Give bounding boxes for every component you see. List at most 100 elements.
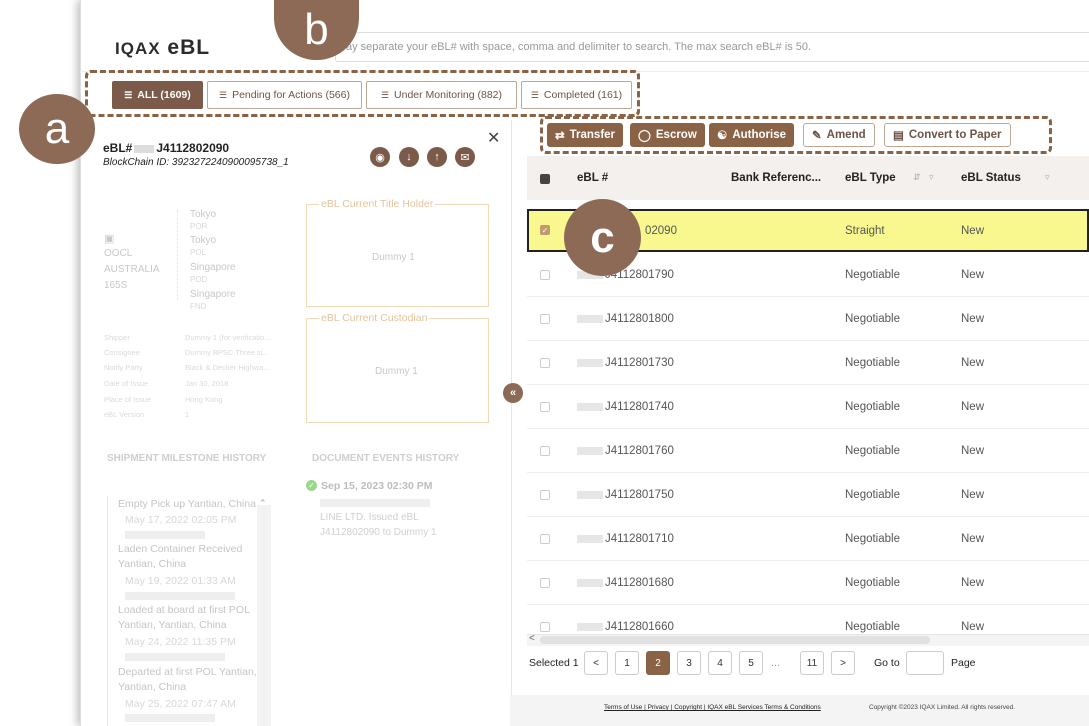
collapse-panel-icon[interactable]: « (503, 383, 523, 403)
info-value: Jan 30, 2018 (185, 379, 229, 388)
cell-status: New (961, 269, 985, 281)
info-value: Hong Kong (185, 395, 223, 404)
blurred-text (125, 714, 215, 722)
cell-type: Negotiable (845, 489, 900, 501)
info-key: Consignee (104, 348, 140, 357)
cell-type: Negotiable (845, 621, 900, 633)
milestone-title: Loaded at board at first POL Yantian, Ya… (118, 604, 250, 631)
cell-status: New (961, 357, 985, 369)
row-checkbox[interactable] (540, 270, 550, 280)
route-line (177, 210, 178, 300)
info-key: eBL Version (104, 410, 145, 419)
column-header-ebl-status[interactable]: eBL Status (961, 172, 1021, 184)
filter-icon[interactable]: ▿ (1045, 172, 1050, 183)
route-city: Tokyo (190, 209, 217, 220)
milestone-title: Departed at first POL Yantian, Yantian, … (118, 666, 257, 693)
route-city: Tokyo (190, 235, 217, 246)
cell-status: New (961, 225, 985, 237)
cell-ebl: J4112801750 (605, 489, 674, 501)
cell-ebl: J4112801680 (605, 577, 674, 589)
cell-type: Negotiable (845, 401, 900, 413)
row-checkbox[interactable] (540, 446, 550, 456)
row-checkbox[interactable] (540, 622, 550, 632)
page-button[interactable]: 11 (800, 651, 824, 675)
milestone-date: May 24, 2022 11:35 PM (125, 636, 236, 648)
row-checkbox[interactable] (540, 402, 550, 412)
blurred-text (125, 531, 205, 539)
scroll-left-icon[interactable]: < (529, 633, 535, 644)
view-icon[interactable]: ◉ (370, 147, 390, 167)
cell-ebl: J4112801660 (605, 621, 674, 633)
select-all-checkbox[interactable] (540, 174, 550, 184)
page-label: Page (951, 657, 976, 669)
title-holder-label: eBL Current Title Holder (319, 198, 436, 210)
cell-status: New (961, 445, 985, 457)
prev-page-button[interactable]: < (584, 651, 608, 675)
app-logo: IQAX eBL (115, 36, 210, 60)
logo-text: eBL (167, 36, 211, 59)
ship-icon: ▣ (104, 233, 115, 245)
row-checkbox[interactable] (540, 358, 550, 368)
custodian-value: Dummy 1 (375, 366, 418, 377)
goto-page-input[interactable] (906, 651, 944, 675)
blurred-text (577, 447, 603, 455)
page-ellipsis: ... (771, 657, 781, 669)
blurred-text (577, 579, 603, 587)
cell-status: New (961, 489, 985, 501)
cell-status: New (961, 401, 985, 413)
info-key: Date of Issue (104, 379, 149, 388)
cell-ebl: J4112801760 (605, 445, 674, 457)
footer-links[interactable]: Terms of Use | Privacy | Copyright | IQA… (604, 704, 821, 711)
page-button[interactable]: 5 (739, 651, 763, 675)
cell-status: New (961, 577, 985, 589)
logo-icon: IQAX (115, 39, 161, 58)
next-page-button[interactable]: > (831, 651, 855, 675)
cell-type: Negotiable (845, 269, 900, 281)
cell-type: Negotiable (845, 577, 900, 589)
chevron-up-icon[interactable]: ⌃ (259, 498, 267, 509)
page-button[interactable]: 3 (677, 651, 701, 675)
page-button[interactable]: 4 (708, 651, 732, 675)
info-value: Dummy 1 (for verificatio... (185, 333, 271, 342)
search-input[interactable]: ay separate your eBL# with space, comma … (335, 32, 1089, 62)
info-key: Shipper (104, 333, 130, 342)
check-icon: ✓ (306, 480, 317, 491)
route-code: POR (190, 222, 208, 231)
row-checkbox[interactable] (540, 490, 550, 500)
scrollbar-thumb[interactable] (540, 636, 930, 644)
column-header-ebl[interactable]: eBL # (577, 172, 608, 184)
cell-ebl: J4112801730 (605, 357, 674, 369)
row-checkbox[interactable] (540, 534, 550, 544)
milestone-scrollbar[interactable] (257, 505, 271, 726)
cell-status: New (961, 621, 985, 633)
milestone-date: May 17, 2022 02:05 PM (125, 514, 237, 526)
title-holder-value: Dummy 1 (372, 252, 415, 263)
row-checkbox[interactable] (540, 578, 550, 588)
info-value: Black & Decker Highwa... (185, 363, 270, 372)
row-checkbox[interactable]: ✓ (540, 225, 550, 235)
cell-ebl: J4112801710 (605, 533, 674, 545)
cell-type: Straight (845, 225, 885, 237)
cell-status: New (961, 533, 985, 545)
mail-icon[interactable]: ✉ (455, 147, 475, 167)
sort-icon[interactable]: ⇵ (913, 172, 921, 183)
milestone-date: May 19, 2022 01:33 AM (125, 575, 236, 587)
callout-box-b-overlay (85, 70, 640, 117)
milestone-title: Empty Pick up Yantian, China (118, 498, 256, 510)
page-button-active[interactable]: 2 (646, 651, 670, 675)
row-checkbox[interactable] (540, 314, 550, 324)
column-header-bank-ref[interactable]: Bank Referenc... (731, 172, 821, 184)
upload-icon[interactable]: ↑ (427, 147, 447, 167)
callout-box-c (540, 116, 1052, 154)
goto-label: Go to (874, 657, 900, 669)
filter-icon[interactable]: ▿ (929, 172, 934, 183)
blurred-text (125, 653, 225, 661)
milestone-line (107, 496, 108, 726)
event-date: Sep 15, 2023 02:30 PM (321, 480, 433, 492)
blockchain-id: BlockChain ID: 3923272240900095738_1 (103, 157, 289, 168)
close-icon[interactable]: ✕ (487, 128, 500, 148)
page-button[interactable]: 1 (615, 651, 639, 675)
column-header-ebl-type[interactable]: eBL Type (845, 172, 896, 184)
download-icon[interactable]: ↓ (399, 147, 419, 167)
callout-badge-a: a (19, 94, 95, 164)
